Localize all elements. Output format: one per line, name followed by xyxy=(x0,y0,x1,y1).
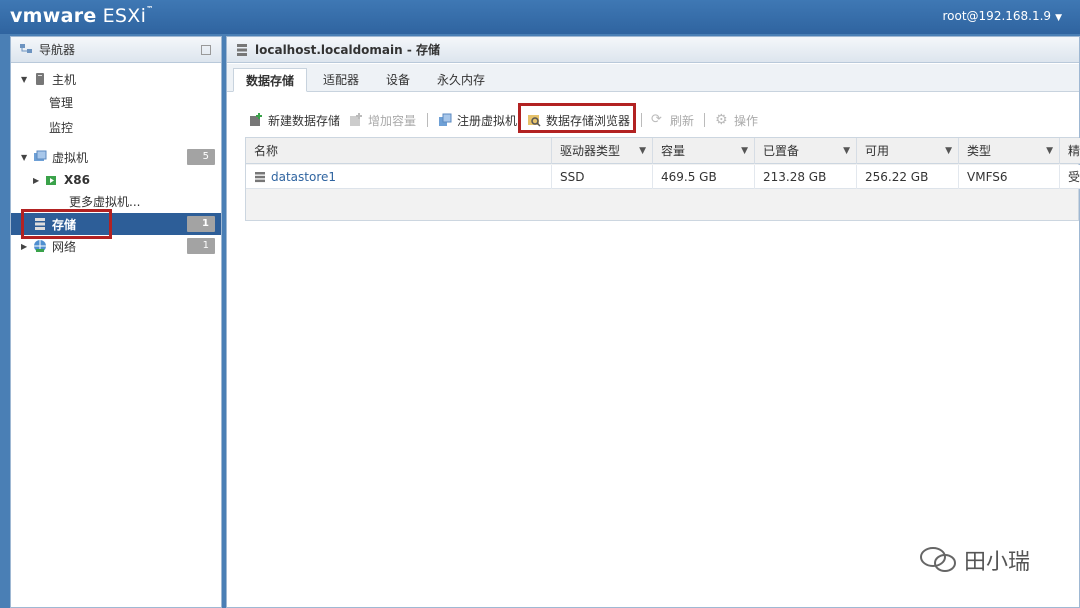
chevron-down-icon: ▼ xyxy=(1055,13,1062,23)
top-bar: vmware ESXi™ root@192.168.1.9 ▼ xyxy=(0,0,1080,34)
page-title: localhost.localdomain - 存储 xyxy=(255,43,441,57)
navigator-icon xyxy=(20,43,32,53)
user-label: root@192.168.1.9 xyxy=(942,9,1052,23)
refresh-icon: ⟳ xyxy=(651,112,662,127)
column-header-name[interactable]: 名称 xyxy=(246,138,552,164)
tab-persistent-memory[interactable]: 永久内存 xyxy=(425,68,497,92)
chevron-down-icon[interactable]: ▼ xyxy=(741,138,748,164)
cell-free: 256.22 GB xyxy=(857,165,959,189)
nav-vms-label: 虚拟机 xyxy=(52,150,89,165)
nav-host-monitor[interactable]: 监控 xyxy=(49,119,73,136)
nav-vm-x86[interactable]: ▶ X86 xyxy=(11,169,221,191)
datastore-browser-highlight-box xyxy=(518,103,636,133)
storage-icon xyxy=(237,43,247,56)
tab-devices[interactable]: 设备 xyxy=(375,68,421,92)
expand-triangle-icon[interactable]: ▼ xyxy=(21,75,33,84)
column-header-free[interactable]: 可用 ▼ xyxy=(857,138,959,164)
cell-capacity: 469.5 GB xyxy=(653,165,755,189)
tab-datastores[interactable]: 数据存储 xyxy=(233,68,307,92)
datastore-table: 名称 驱动器类型 ▼ 容量 ▼ 已置备 ▼ 可用 ▼ 类型 ▼ 精 datastore1 … xyxy=(245,137,1080,221)
network-count-badge: 1 xyxy=(187,238,215,254)
watermark: 田小瑞 xyxy=(918,544,1030,576)
navigator-header: 导航器 xyxy=(11,37,221,63)
chevron-down-icon[interactable]: ▼ xyxy=(843,138,850,164)
content-header: localhost.localdomain - 存储 xyxy=(227,37,1079,63)
cell-thin: 受 xyxy=(1068,170,1080,184)
navigator-title: 导航器 xyxy=(39,43,76,57)
column-header-thin[interactable]: 精 xyxy=(1060,138,1080,164)
expand-triangle-icon[interactable]: ▼ xyxy=(21,153,33,162)
nav-network[interactable]: ▶ 网络 1 xyxy=(11,235,221,257)
nav-vms[interactable]: ▼ 虚拟机 5 xyxy=(11,146,221,168)
refresh-button[interactable]: ⟳ 刷新 xyxy=(651,109,694,131)
toolbar-separator xyxy=(427,113,428,127)
cell-provisioned: 213.28 GB xyxy=(755,165,857,189)
toolbar-separator xyxy=(641,113,642,127)
collapse-triangle-icon[interactable]: ▶ xyxy=(33,176,45,185)
watermark-text: 田小瑞 xyxy=(964,550,1031,575)
vms-count-badge: 5 xyxy=(187,149,215,165)
datastore-icon xyxy=(255,172,265,183)
chevron-down-icon[interactable]: ▼ xyxy=(639,138,646,164)
new-datastore-button[interactable]: 新建数据存储 xyxy=(249,109,340,131)
nav-host-manage[interactable]: 管理 xyxy=(49,94,73,111)
host-icon xyxy=(36,73,44,85)
tab-adapters[interactable]: 适配器 xyxy=(311,68,371,92)
collapse-triangle-icon[interactable]: ▶ xyxy=(21,242,33,251)
chevron-down-icon[interactable]: ▼ xyxy=(945,138,952,164)
nav-network-label: 网络 xyxy=(52,239,77,254)
vm-running-icon xyxy=(46,176,56,185)
wechat-icon xyxy=(920,547,956,572)
table-row[interactable]: datastore1 SSD 469.5 GB 213.28 GB 256.22… xyxy=(246,165,1080,189)
user-menu[interactable]: root@192.168.1.9 ▼ xyxy=(942,9,1062,23)
toolbar-separator xyxy=(704,113,705,127)
toolbar: 新建数据存储 增加容量 注册虚拟机 数据存储浏览器 ⟳ 刷新 ⚙ 操作 xyxy=(245,103,1075,133)
actions-button[interactable]: ⚙ 操作 xyxy=(715,109,758,131)
content-panel: localhost.localdomain - 存储 数据存储 适配器 设备 永… xyxy=(226,36,1080,608)
new-datastore-icon xyxy=(250,113,262,126)
datastore-link[interactable]: datastore1 xyxy=(271,170,336,184)
cell-drive-type: SSD xyxy=(552,165,653,189)
column-header-drive-type[interactable]: 驱动器类型 ▼ xyxy=(552,138,653,164)
actions-label: 操作 xyxy=(734,113,759,128)
gear-icon: ⚙ xyxy=(715,112,728,128)
increase-capacity-button[interactable]: 增加容量 xyxy=(349,109,416,131)
column-header-capacity[interactable]: 容量 ▼ xyxy=(653,138,755,164)
new-datastore-label: 新建数据存储 xyxy=(268,113,341,128)
minimize-icon[interactable] xyxy=(201,45,211,55)
storage-count-badge: 1 xyxy=(187,216,215,232)
cell-name[interactable]: datastore1 xyxy=(246,165,552,189)
register-vm-label: 注册虚拟机 xyxy=(457,113,518,128)
register-vm-icon xyxy=(439,113,452,126)
nav-vm-x86-label: X86 xyxy=(64,173,90,187)
nav-host[interactable]: ▼ 主机 xyxy=(11,68,221,90)
navigator-panel: 导航器 ▼ 主机 管理 监控 ▼ 虚拟机 5 ▶ X86 更多虚拟机... 存储… xyxy=(10,36,222,608)
refresh-label: 刷新 xyxy=(670,113,695,128)
chevron-down-icon[interactable]: ▼ xyxy=(1046,138,1053,164)
tab-bar: 数据存储 适配器 设备 永久内存 xyxy=(227,64,1079,92)
column-header-type[interactable]: 类型 ▼ xyxy=(959,138,1060,164)
nav-host-label: 主机 xyxy=(52,72,77,87)
network-icon xyxy=(34,240,46,252)
column-header-provisioned[interactable]: 已置备 ▼ xyxy=(755,138,857,164)
nav-more-vms[interactable]: 更多虚拟机... xyxy=(69,193,140,210)
vmware-esxi-logo: vmware ESXi™ xyxy=(10,5,154,27)
cell-type: VMFS6 xyxy=(959,165,1060,189)
increase-capacity-label: 增加容量 xyxy=(368,113,417,128)
increase-capacity-icon xyxy=(350,113,362,126)
register-vm-button[interactable]: 注册虚拟机 xyxy=(438,109,517,131)
table-header: 名称 驱动器类型 ▼ 容量 ▼ 已置备 ▼ 可用 ▼ 类型 ▼ 精 xyxy=(246,138,1080,164)
vm-icon xyxy=(34,150,47,161)
